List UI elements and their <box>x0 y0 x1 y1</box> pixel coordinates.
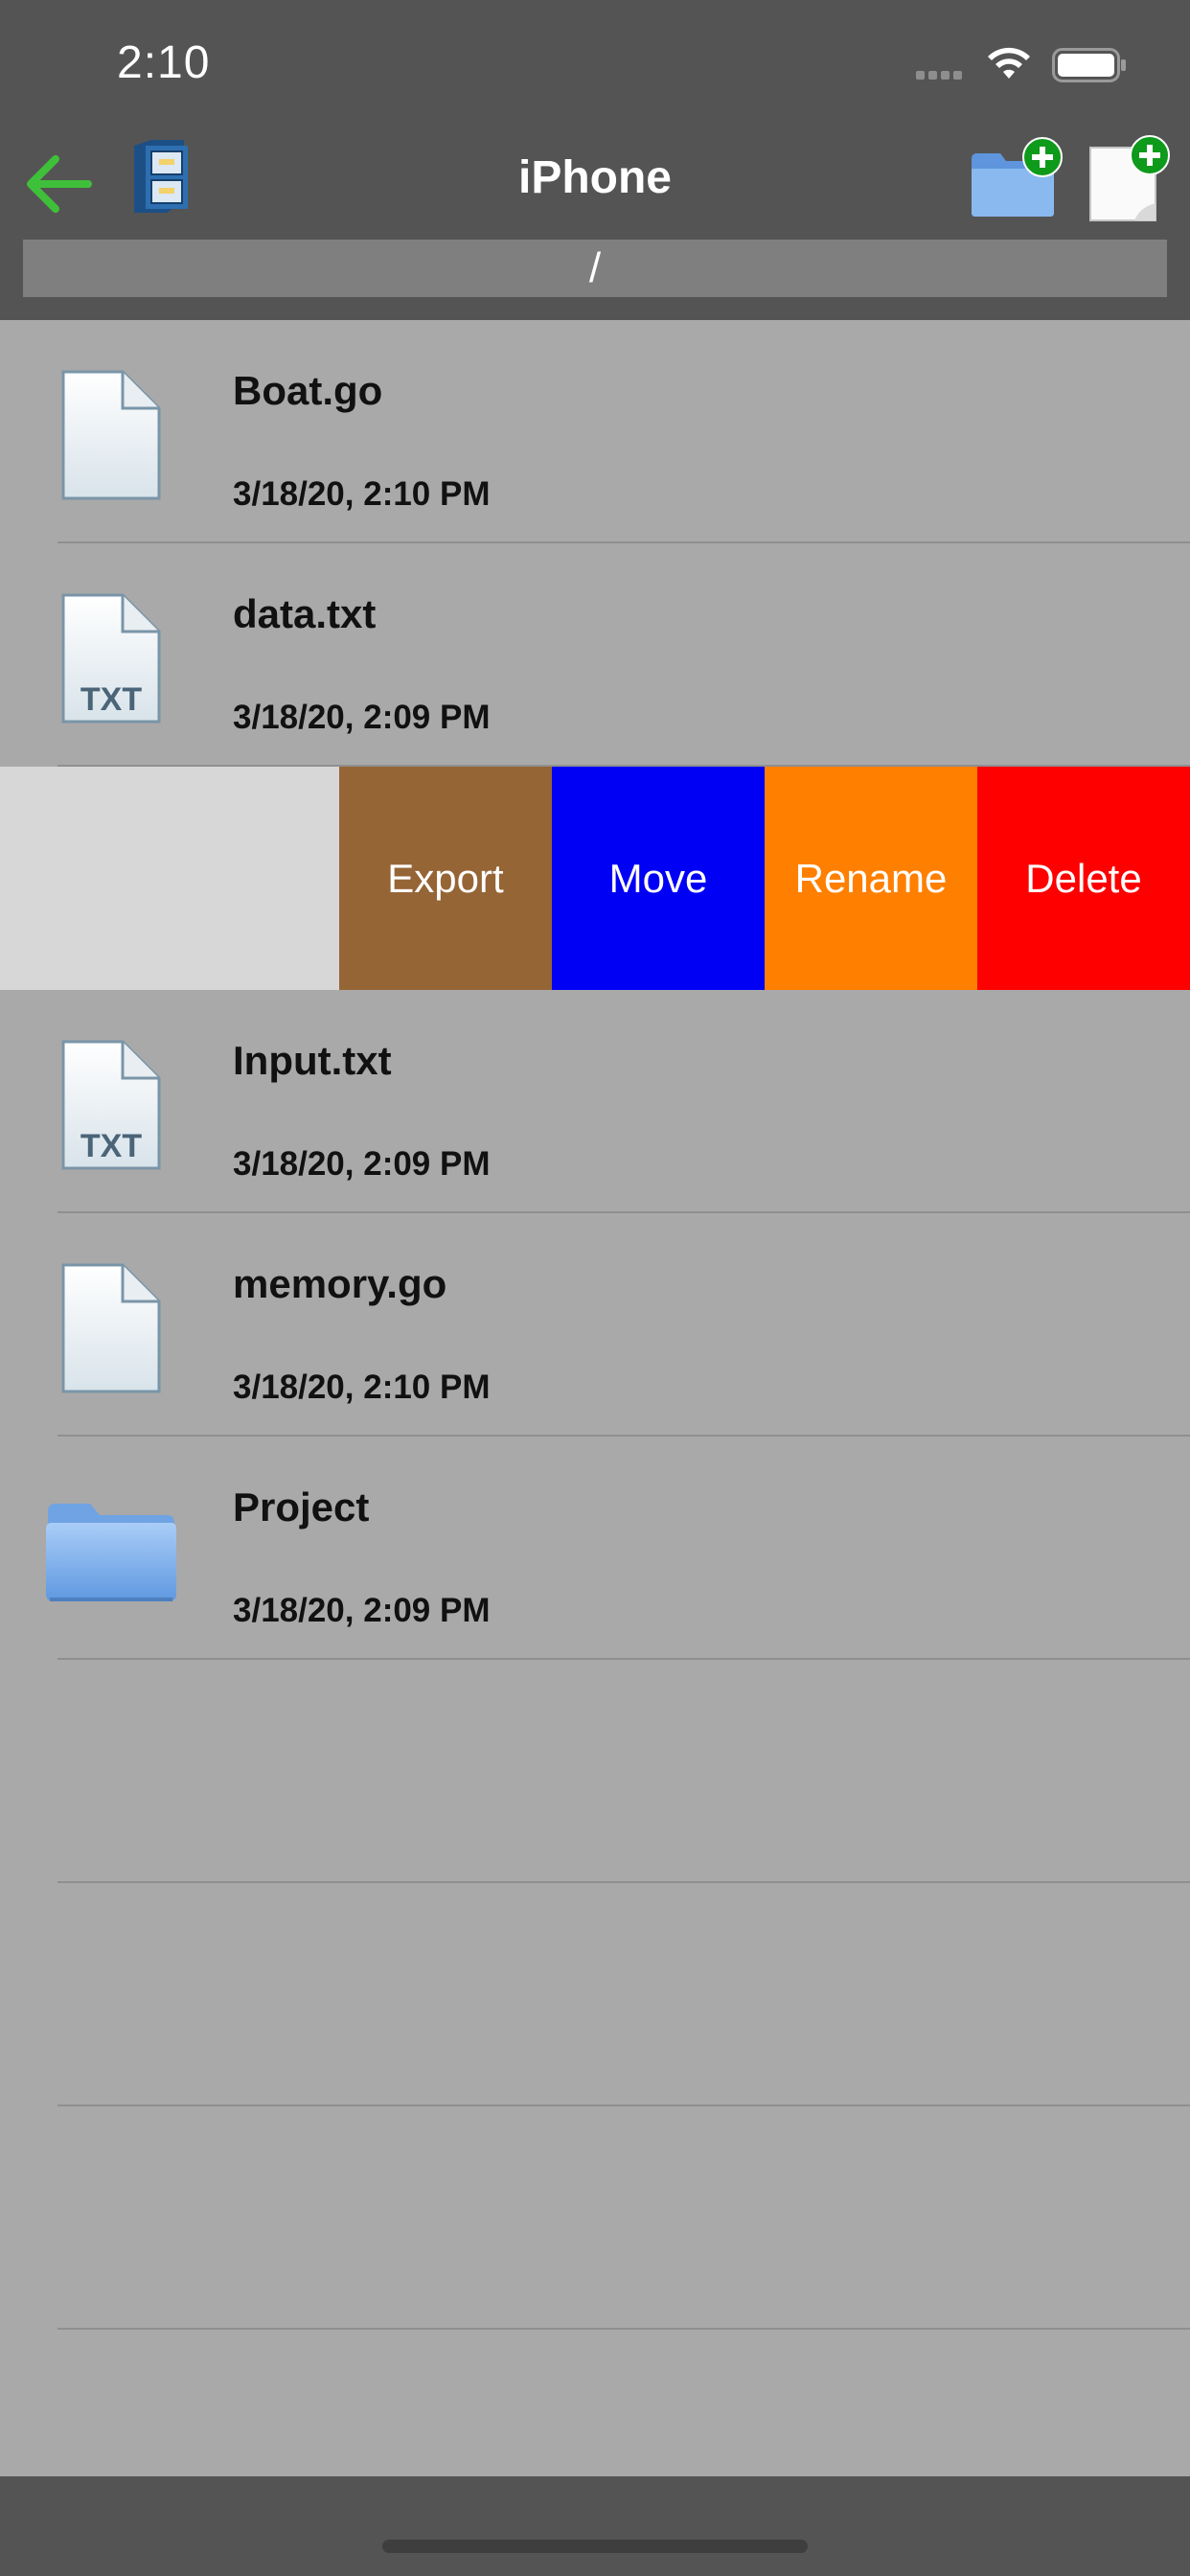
txt-file-icon: TXT <box>61 593 161 724</box>
file-icon <box>61 1263 161 1393</box>
new-file-icon[interactable] <box>1087 134 1173 224</box>
list-item[interactable]: memory.go 3/18/20, 2:10 PM <box>0 1213 1190 1437</box>
list-item[interactable]: Project 3/18/20, 2:09 PM <box>0 1437 1190 1660</box>
file-date: 3/18/20, 2:10 PM <box>233 475 491 513</box>
file-date: 3/18/20, 2:10 PM <box>233 1368 491 1406</box>
file-list: Boat.go 3/18/20, 2:10 PM TXT data.txt 3/… <box>0 320 1190 2330</box>
rename-button[interactable]: Rename <box>765 767 977 990</box>
cellular-signal-icon <box>916 67 966 84</box>
bottom-bar <box>0 2476 1190 2576</box>
battery-icon <box>1052 48 1126 82</box>
txt-file-icon: TXT <box>61 1040 161 1170</box>
folder-icon <box>46 1504 176 1601</box>
file-name: Project <box>233 1484 370 1530</box>
list-item[interactable]: TXT Input.txt 3/18/20, 2:09 PM <box>0 990 1190 1213</box>
status-bar: 2:10 <box>0 0 1190 126</box>
delete-button[interactable]: Delete <box>977 767 1190 990</box>
file-name: memory.go <box>233 1261 447 1306</box>
divider <box>57 2328 1190 2330</box>
move-button[interactable]: Move <box>552 767 765 990</box>
swipe-actions-row: Export Move Rename Delete <box>0 767 1190 990</box>
file-name: data.txt <box>233 591 377 636</box>
file-name: Input.txt <box>233 1038 392 1083</box>
status-time: 2:10 <box>117 37 211 88</box>
file-date: 3/18/20, 2:09 PM <box>233 699 491 736</box>
empty-row <box>0 1660 1190 1883</box>
txt-badge: TXT <box>80 681 142 718</box>
txt-badge: TXT <box>80 1128 142 1164</box>
file-date: 3/18/20, 2:09 PM <box>233 1145 491 1183</box>
file-date: 3/18/20, 2:09 PM <box>233 1592 491 1629</box>
navigation-bar: iPhone / <box>0 126 1190 320</box>
empty-row <box>0 1883 1190 2106</box>
path-field[interactable]: / <box>23 240 1167 297</box>
file-name: Boat.go <box>233 368 383 413</box>
wifi-icon <box>988 47 1030 79</box>
file-icon <box>61 370 161 500</box>
empty-row <box>0 2106 1190 2330</box>
list-item[interactable]: TXT data.txt 3/18/20, 2:09 PM <box>0 543 1190 767</box>
new-folder-icon[interactable] <box>968 136 1064 218</box>
home-indicator[interactable] <box>382 2540 808 2553</box>
export-button[interactable]: Export <box>339 767 552 990</box>
list-item[interactable]: Boat.go 3/18/20, 2:10 PM <box>0 320 1190 543</box>
